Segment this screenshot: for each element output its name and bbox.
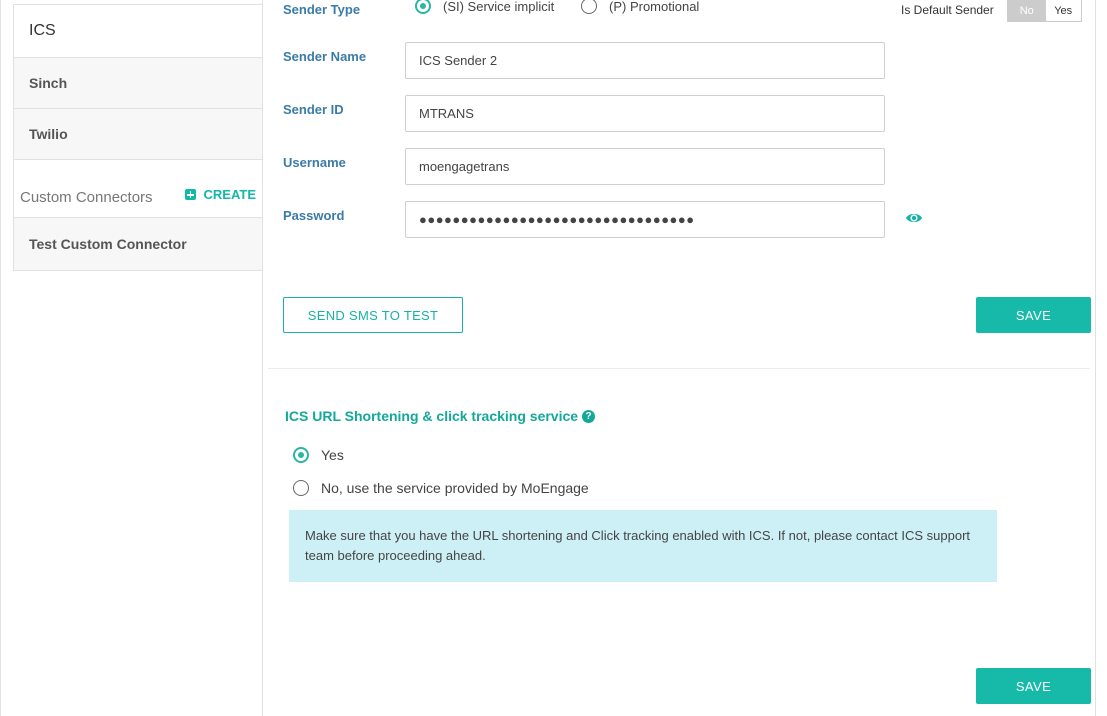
sender-id-label: Sender ID [283, 102, 344, 117]
sender-id-input[interactable]: MTRANS [405, 95, 885, 132]
save-button[interactable]: SAVE [976, 297, 1091, 333]
sidebar: ICS Sinch Twilio Custom Connectors CREAT… [13, 4, 263, 271]
plus-icon [184, 189, 196, 200]
main-border-left [262, 0, 263, 716]
option-label: No, use the service provided by MoEngage [321, 480, 589, 496]
info-text: Make sure that you have the URL shorteni… [305, 528, 971, 563]
sidebar-item-label: Sinch [29, 75, 68, 91]
url-shortening-title: ICS URL Shortening & click tracking serv… [285, 408, 596, 424]
sender-name-value: ICS Sender 2 [419, 53, 498, 68]
url-shortening-title-text: ICS URL Shortening & click tracking serv… [285, 408, 579, 424]
sidebar-item-label: Test Custom Connector [29, 236, 187, 252]
sidebar-item-label: Twilio [29, 126, 68, 142]
create-label: CREATE [203, 187, 256, 202]
sender-id-value: MTRANS [419, 106, 474, 121]
radio-icon[interactable] [293, 480, 309, 496]
password-input[interactable]: ●●●●●●●●●●●●●●●●●●●●●●●●●●●●●●●●● [405, 201, 885, 238]
toggle-no[interactable]: No [1007, 0, 1046, 21]
option-label: (SI) Service implicit [443, 0, 555, 14]
info-message: Make sure that you have the URL shorteni… [289, 510, 997, 582]
password-label: Password [283, 208, 345, 223]
sender-type-option-si[interactable]: (SI) Service implicit [415, 0, 554, 14]
eye-icon[interactable] [905, 211, 923, 225]
username-input[interactable]: moengagetrans [405, 148, 885, 185]
radio-selected-icon[interactable] [293, 447, 309, 463]
toggle-yes[interactable]: Yes [1045, 0, 1081, 21]
main-border-right [1095, 0, 1096, 716]
url-option-no[interactable]: No, use the service provided by MoEngage [293, 480, 589, 496]
section-divider [268, 368, 1090, 369]
save-bottom-button[interactable]: SAVE [976, 668, 1091, 704]
app-root: ICS Sinch Twilio Custom Connectors CREAT… [0, 0, 1107, 716]
sidebar-item-test-custom-connector[interactable]: Test Custom Connector [13, 217, 263, 271]
password-value: ●●●●●●●●●●●●●●●●●●●●●●●●●●●●●●●●● [419, 212, 695, 227]
send-sms-to-test-button[interactable]: SEND SMS TO TEST [283, 297, 463, 333]
sender-name-input[interactable]: ICS Sender 2 [405, 42, 885, 79]
sidebar-item-ics[interactable]: ICS [13, 4, 263, 58]
sidebar-item-sinch[interactable]: Sinch [13, 58, 263, 109]
default-sender-label: Is Default Sender [901, 3, 994, 17]
option-label: Yes [321, 447, 344, 463]
option-label: (P) Promotional [609, 0, 700, 14]
username-value: moengagetrans [419, 159, 510, 174]
sender-type-option-p[interactable]: (P) Promotional [581, 0, 699, 14]
sidebar-item-twilio[interactable]: Twilio [13, 109, 263, 160]
custom-connectors-title: Custom Connectors [20, 189, 153, 206]
outer-border [0, 0, 1, 716]
sender-name-label: Sender Name [283, 49, 367, 64]
create-connector-button[interactable]: CREATE [184, 187, 256, 202]
url-option-yes[interactable]: Yes [293, 447, 344, 463]
radio-selected-icon[interactable] [415, 0, 431, 14]
sidebar-item-label: ICS [29, 22, 56, 39]
username-label: Username [283, 155, 346, 170]
default-sender-toggle[interactable]: No Yes [1006, 0, 1082, 22]
sender-type-label: Sender Type [283, 2, 361, 17]
default-sender-toggle-group: Is Default Sender No Yes [901, 0, 1082, 22]
radio-icon[interactable] [581, 0, 597, 14]
help-icon[interactable]: ? [582, 409, 596, 423]
custom-connectors-header: Custom Connectors CREATE [13, 160, 263, 217]
